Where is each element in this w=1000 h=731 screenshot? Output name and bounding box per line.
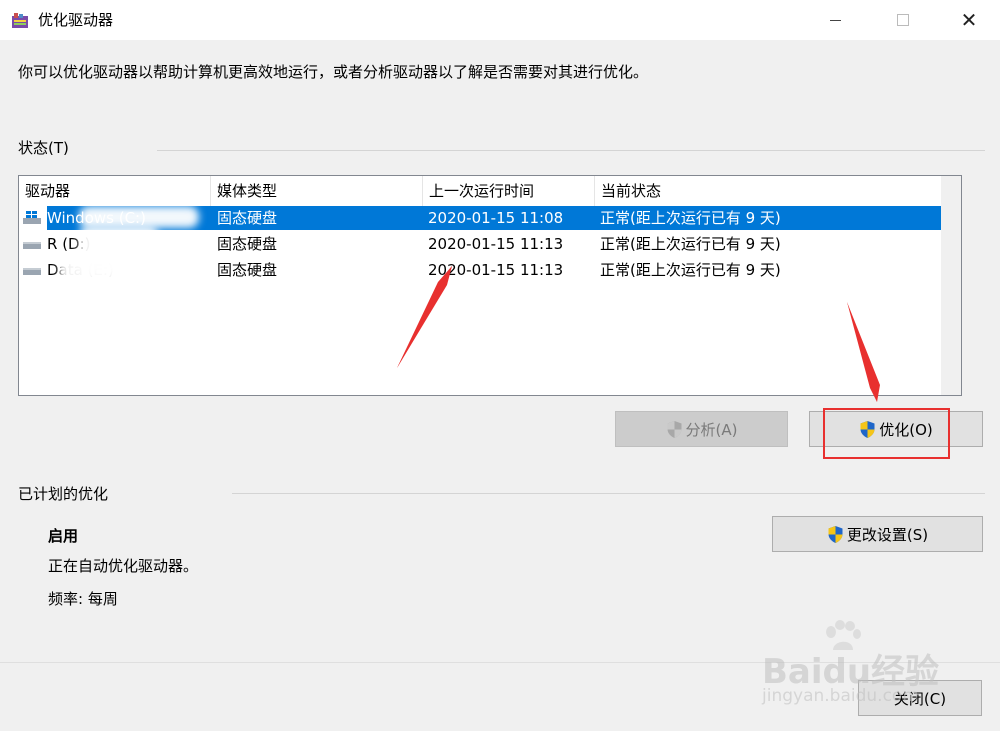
annotation-arrows	[397, 266, 880, 402]
arrow-to-optimize	[847, 302, 878, 402]
optimize-drives-window: 优化驱动器 ✕ 你可以优化驱动器以帮助计算机更高效地运行，或者分析驱动器以了解是…	[0, 0, 1000, 731]
arrow-to-last-run-shaft	[397, 266, 452, 368]
arrow-to-optimize-shaft	[847, 302, 880, 402]
